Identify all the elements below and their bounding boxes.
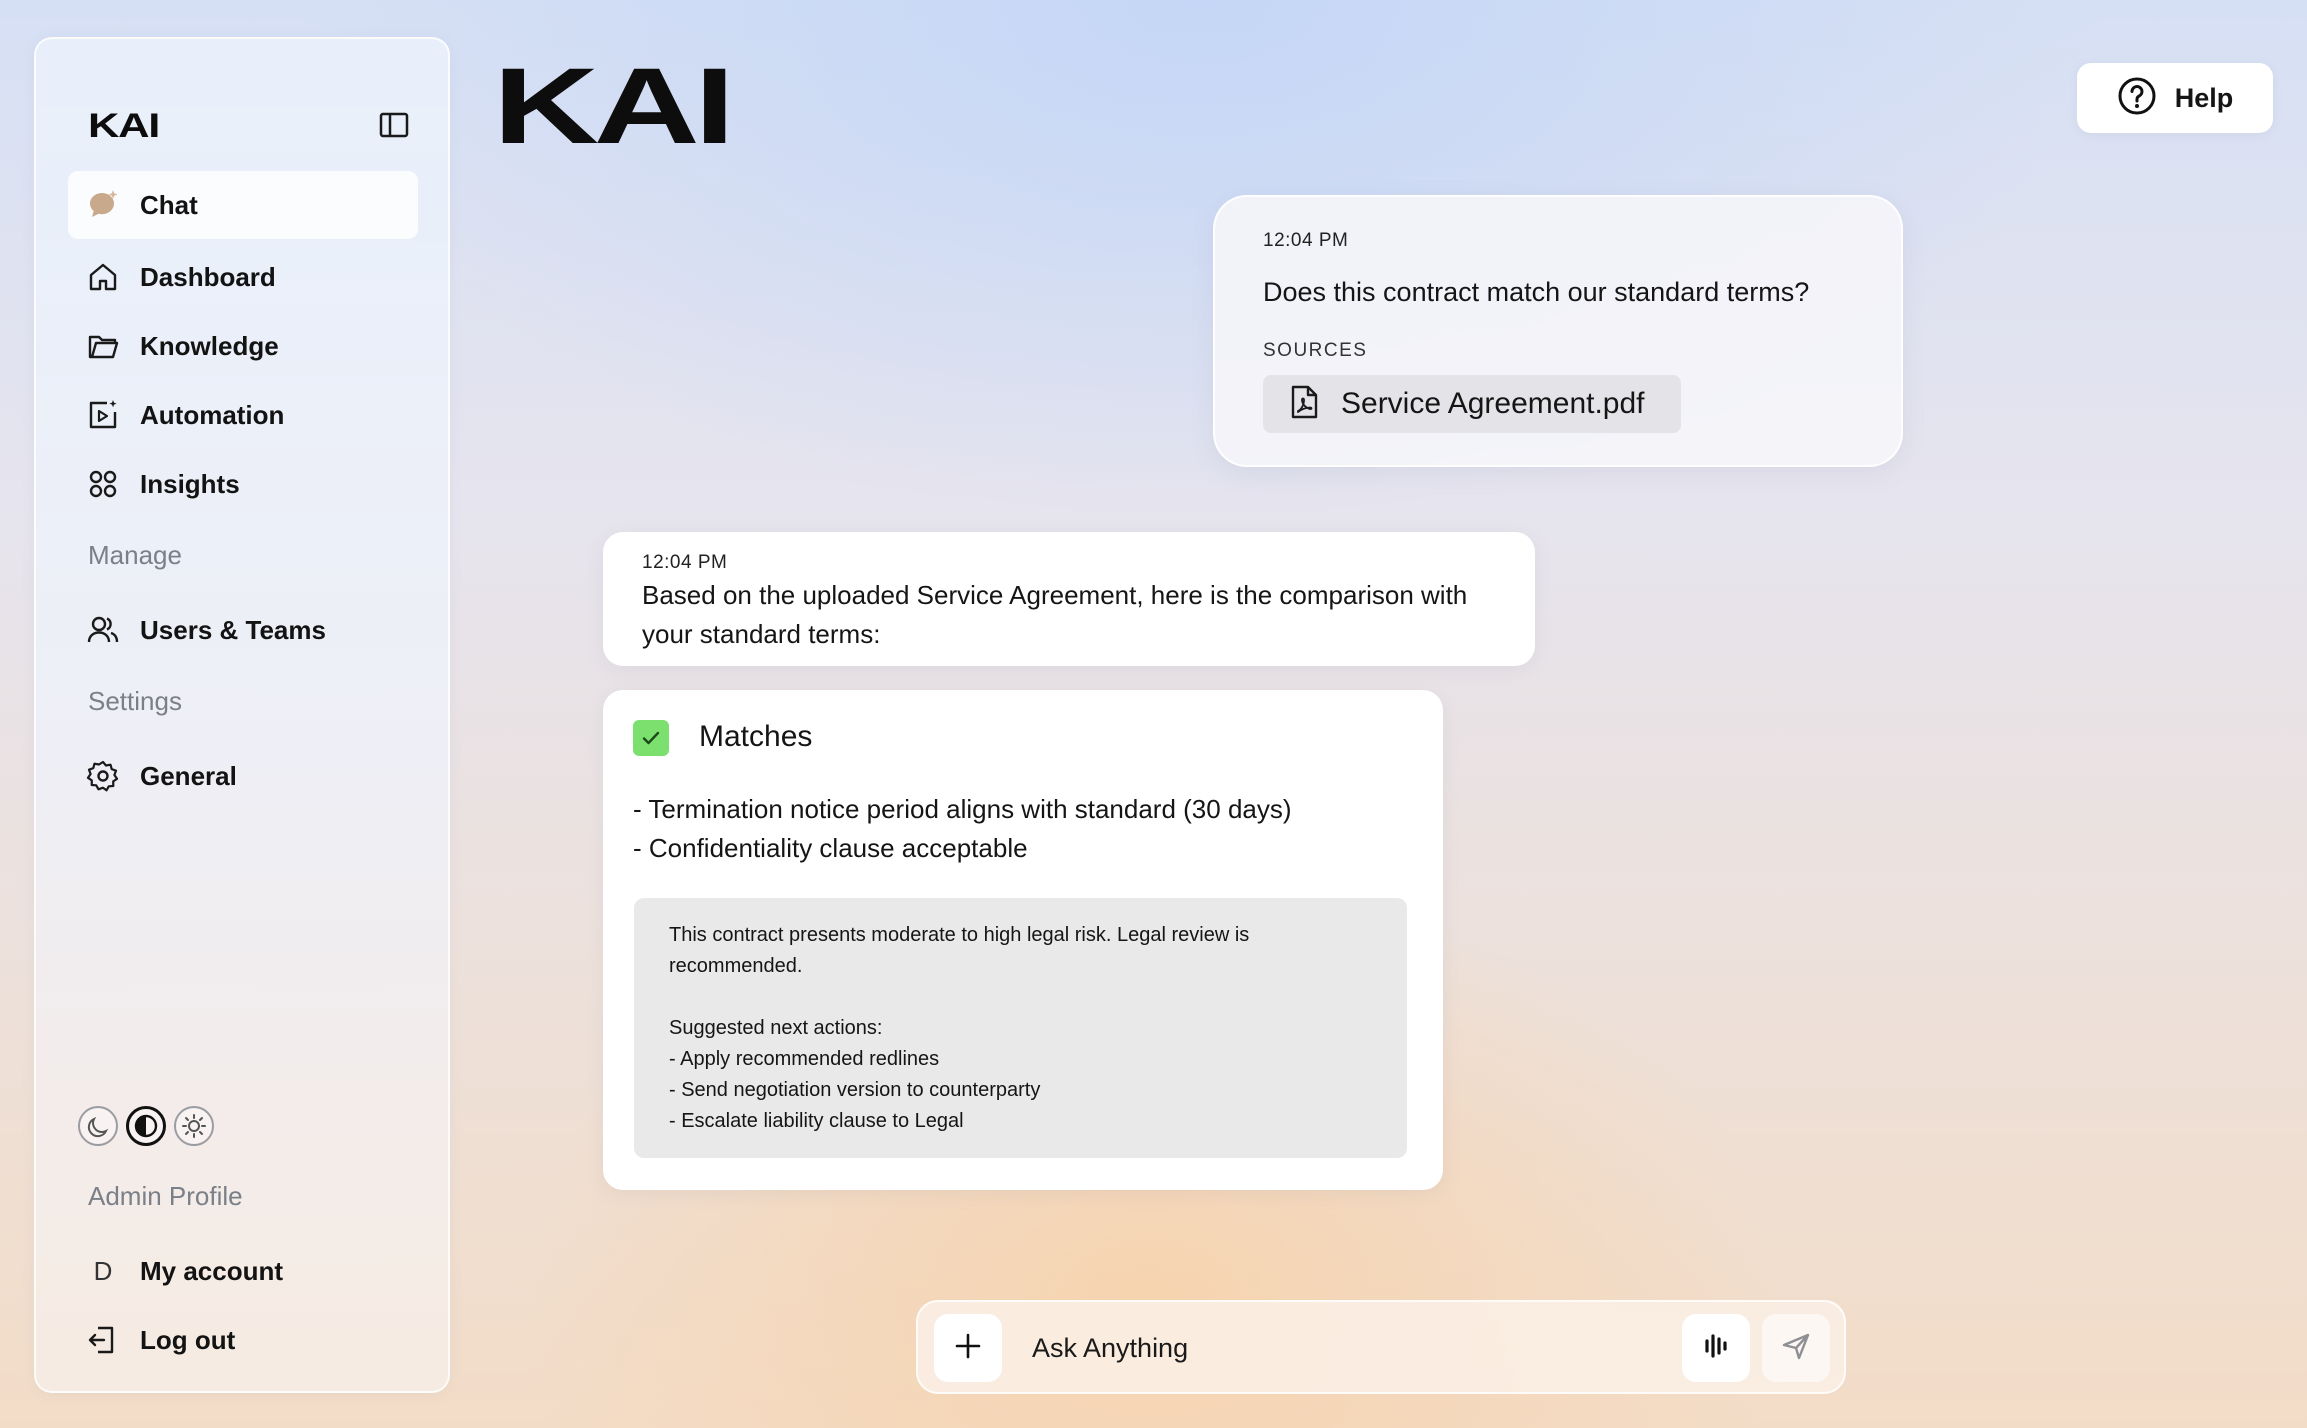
list-item: - Confidentiality clause acceptable [633, 833, 1028, 863]
plus-icon [952, 1330, 984, 1367]
sidebar-item-knowledge[interactable]: Knowledge [68, 312, 418, 380]
pdf-file-icon [1289, 385, 1319, 424]
my-account-link[interactable]: D My account [68, 1237, 418, 1305]
sidebar-item-users-teams[interactable]: Users & Teams [68, 596, 418, 664]
user-message: 12:04 PM Does this contract match our st… [1213, 195, 1903, 467]
help-label: Help [2174, 82, 2234, 113]
manage-section-label: Manage [88, 540, 182, 570]
sidebar-item-chat[interactable]: Chat [68, 171, 418, 239]
voice-waveform-icon [1701, 1331, 1731, 1366]
light-mode-icon[interactable] [174, 1106, 214, 1146]
sidebar-item-label: General [140, 760, 237, 791]
automation-icon [86, 398, 120, 432]
matches-card: Matches - Termination notice period alig… [603, 690, 1443, 1190]
sources-label: SOURCES [1263, 340, 1368, 361]
source-file-chip[interactable]: Service Agreement.pdf [1263, 375, 1681, 433]
home-icon [86, 260, 120, 294]
attach-button[interactable] [934, 1314, 1002, 1382]
avatar: D [93, 1255, 113, 1286]
sidebar: KAI Chat Dashboard Knowledge Automation … [34, 37, 450, 1393]
users-icon [86, 613, 120, 647]
chat-composer [916, 1300, 1846, 1394]
contrast-icon[interactable] [126, 1106, 166, 1146]
assistant-message: 12:04 PM Based on the uploaded Service A… [603, 532, 1535, 666]
list-item: - Escalate liability clause to Legal [669, 1110, 964, 1132]
sidebar-item-label: Chat [140, 189, 198, 220]
logout-label: Log out [140, 1324, 236, 1355]
help-icon [2117, 76, 2157, 121]
chat-input[interactable] [1032, 1322, 1672, 1374]
theme-switcher [78, 1106, 214, 1146]
user-message-text: Does this contract match our standard te… [1263, 277, 1810, 307]
sidebar-item-label: Dashboard [140, 261, 276, 292]
sidebar-item-general[interactable]: General [68, 742, 418, 810]
send-button[interactable] [1762, 1314, 1830, 1382]
help-button[interactable]: Help [2077, 63, 2273, 133]
sidebar-item-dashboard[interactable]: Dashboard [68, 243, 418, 311]
matches-title: Matches [699, 720, 813, 753]
chat-sparkle-icon [86, 188, 120, 222]
assistant-message-text: Based on the uploaded Service Agreement,… [642, 580, 1468, 649]
sidebar-logo: KAI [88, 107, 160, 145]
folder-icon [86, 329, 120, 363]
admin-profile-label: Admin Profile [88, 1181, 243, 1211]
risk-note: This contract presents moderate to high … [669, 924, 1250, 977]
sidebar-item-label: Users & Teams [140, 614, 326, 645]
gear-icon [86, 759, 120, 793]
collapse-sidebar-icon[interactable] [378, 109, 410, 141]
sidebar-item-insights[interactable]: Insights [68, 450, 418, 518]
list-item: - Send negotiation version to counterpar… [669, 1079, 1041, 1101]
main-logo: KAI [493, 45, 735, 166]
next-actions-label: Suggested next actions: [669, 1017, 883, 1039]
logout-link[interactable]: Log out [68, 1306, 418, 1374]
sidebar-item-label: Insights [140, 468, 240, 499]
sidebar-item-label: Automation [140, 399, 285, 430]
settings-section-label: Settings [88, 686, 182, 716]
my-account-label: My account [140, 1255, 284, 1286]
grid-icon [86, 467, 120, 501]
list-item: - Termination notice period aligns with … [633, 794, 1292, 824]
list-item: - Apply recommended redlines [669, 1048, 940, 1070]
sidebar-item-label: Knowledge [140, 330, 279, 361]
dark-mode-icon[interactable] [78, 1106, 118, 1146]
send-icon [1780, 1330, 1812, 1367]
sidebar-item-automation[interactable]: Automation [68, 381, 418, 449]
voice-input-button[interactable] [1682, 1314, 1750, 1382]
message-timestamp: 12:04 PM [642, 552, 728, 573]
message-timestamp: 12:04 PM [1263, 230, 1349, 251]
logout-icon [86, 1323, 120, 1357]
checkmark-icon [633, 720, 669, 756]
source-file-name: Service Agreement.pdf [1341, 387, 1645, 420]
risk-summary: This contract presents moderate to high … [634, 898, 1407, 1158]
matches-list: - Termination notice period aligns with … [633, 790, 1292, 868]
